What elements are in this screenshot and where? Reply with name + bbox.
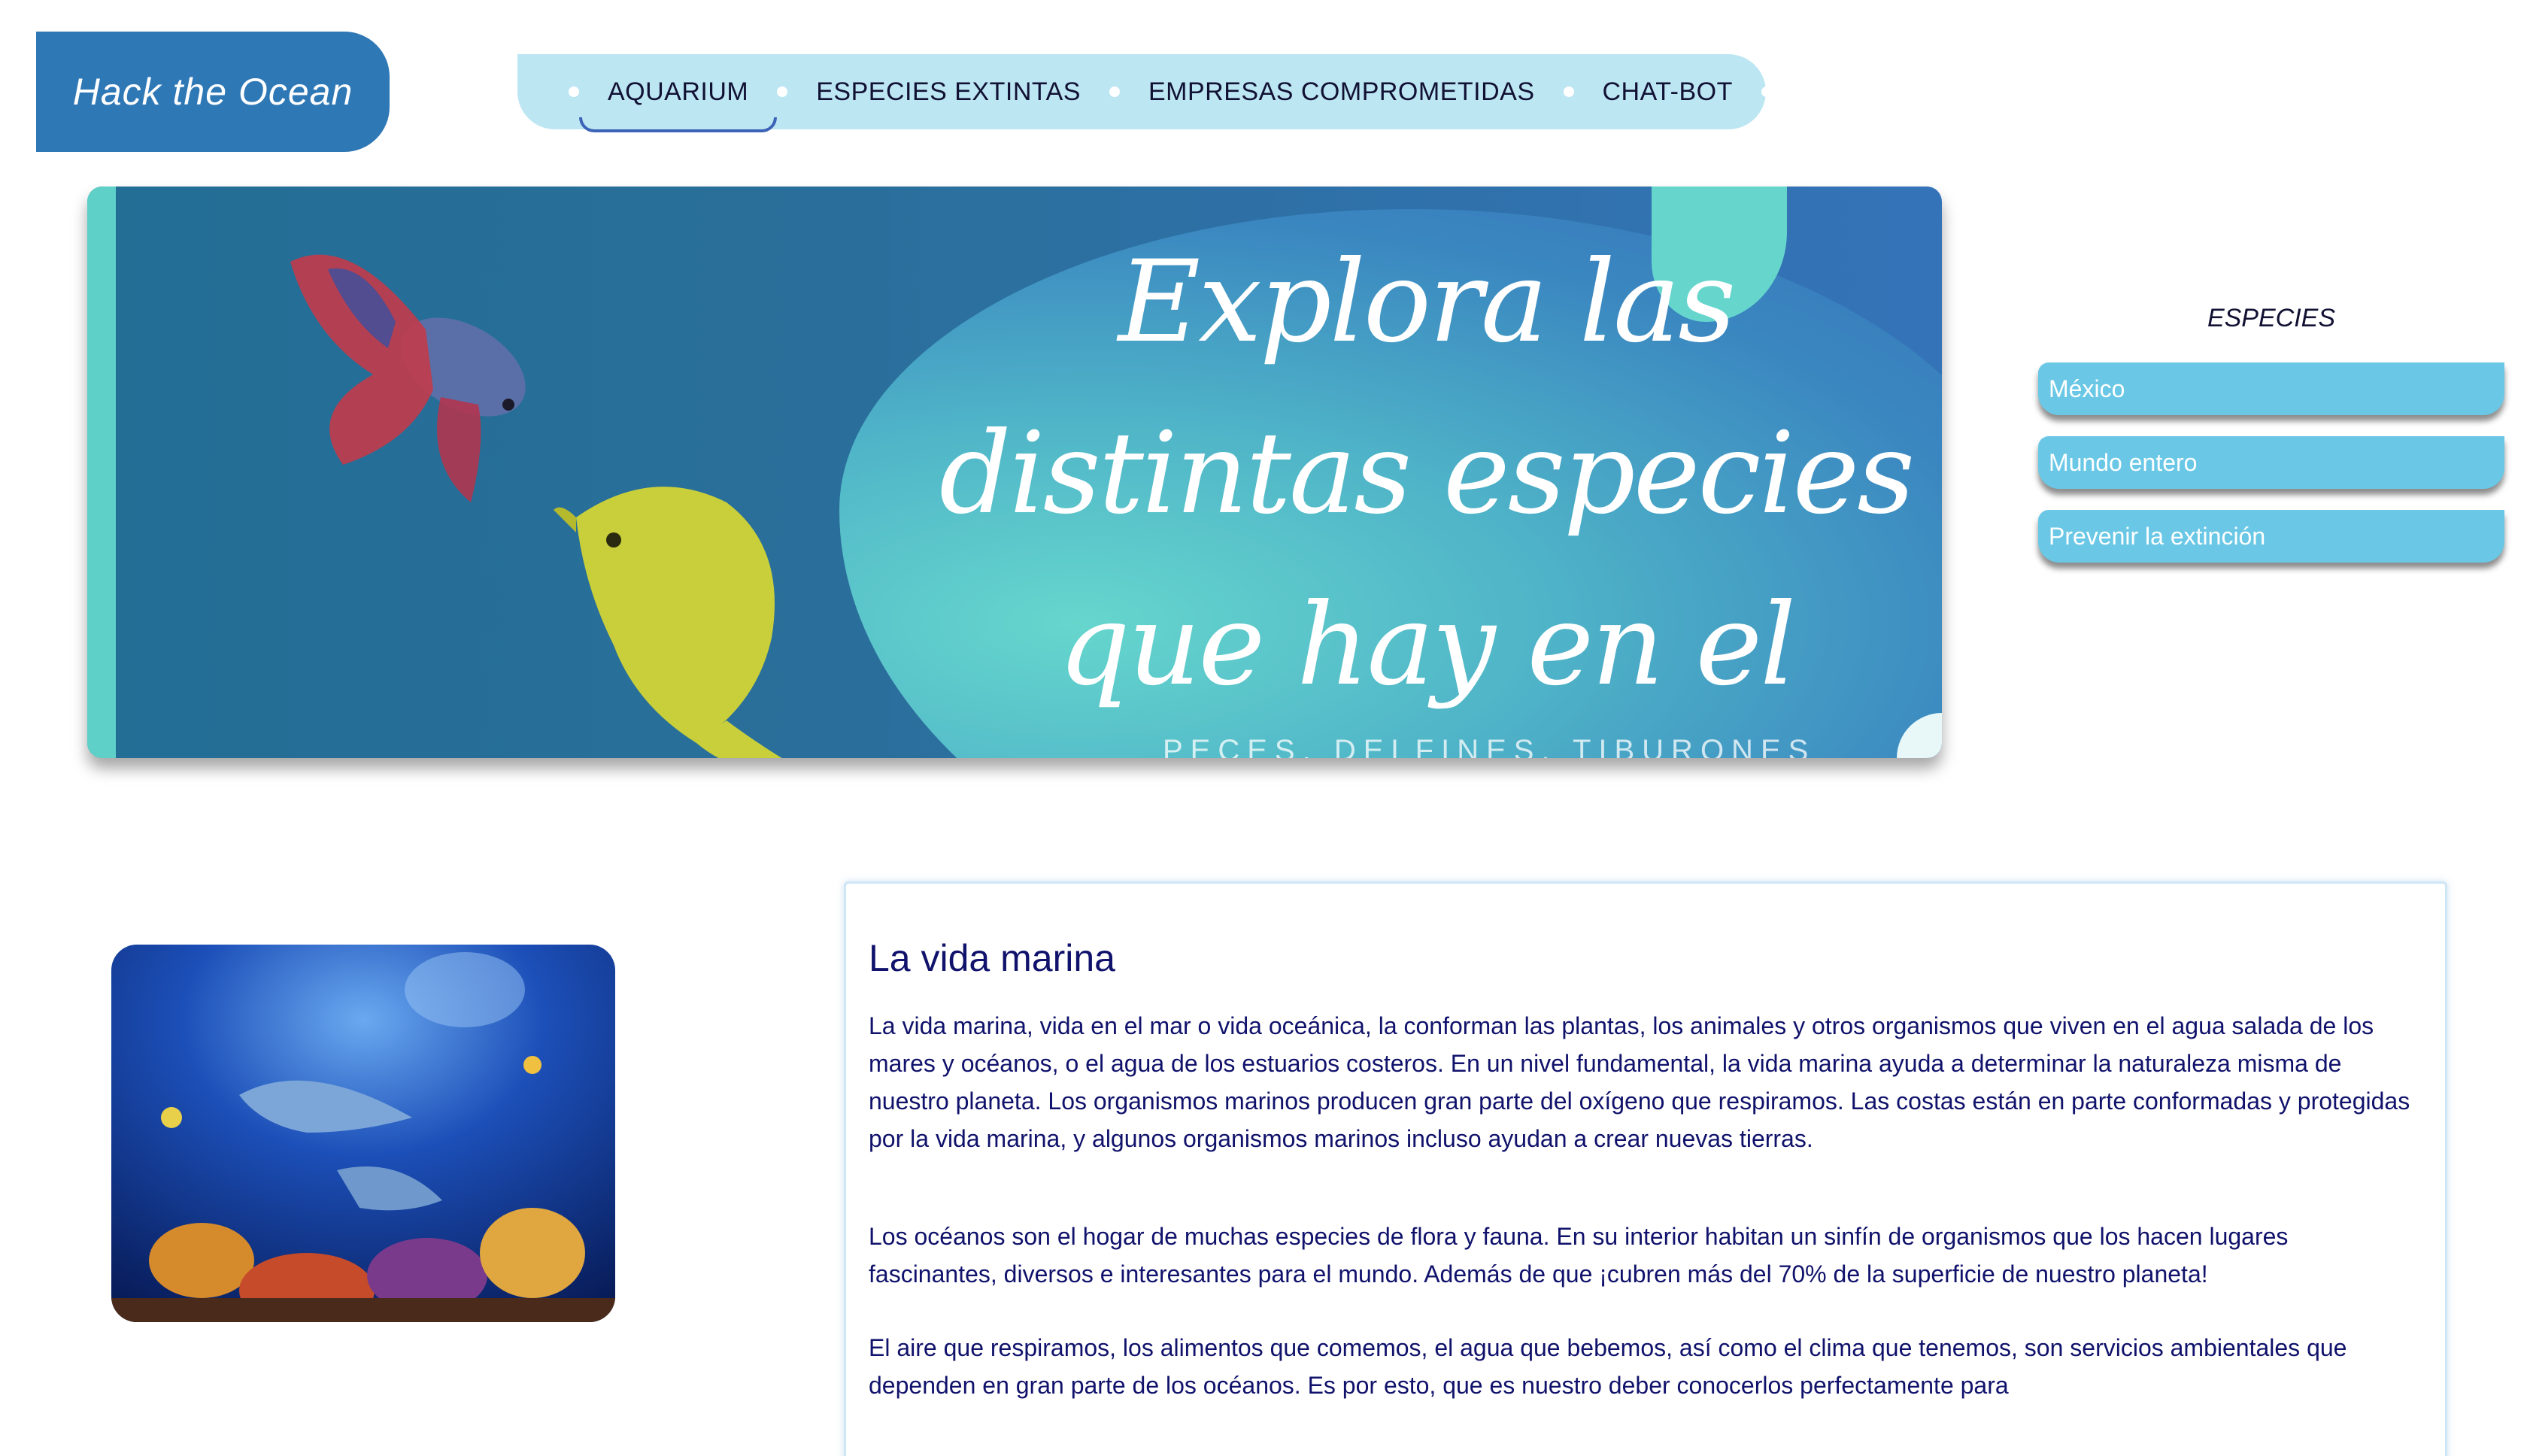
content-paragraph: La vida marina, vida en el mar o vida oc… — [869, 1012, 2410, 1152]
content-card: La vida marina La vida marina, vida en e… — [844, 881, 2447, 1456]
sidebar-button-mundo-entero[interactable]: Mundo entero — [2038, 436, 2504, 489]
banner-title-line: que hay en el oceano — [1057, 580, 1796, 758]
main-nav: AQUARIUM ESPECIES EXTINTAS EMPRESAS COMP… — [517, 54, 1772, 132]
marine-life-image — [111, 945, 615, 1322]
sidebar-button-mexico[interactable]: México — [2038, 362, 2504, 415]
nav-dot-icon — [1563, 86, 1574, 97]
nav-item-empresas-comprometidas[interactable]: EMPRESAS COMPROMETIDAS — [1148, 77, 1535, 107]
sidebar-button-prevenir-extincion[interactable]: Prevenir la extinción — [2038, 510, 2504, 563]
content-heading: La vida marina — [869, 937, 1115, 979]
banner-subtitle: PECES, DELFINES, TIBURONES — [1163, 734, 1816, 758]
nav-item-especies-extintas[interactable]: ESPECIES EXTINTAS — [816, 77, 1081, 107]
nav-dot-icon — [1761, 86, 1772, 97]
content-paragraph: Los océanos son el hogar de muchas espec… — [869, 1223, 2289, 1288]
ocean-scene-icon — [111, 945, 615, 1322]
content-paragraph: El aire que respiramos, los alimentos qu… — [869, 1334, 2347, 1399]
nav-dot-icon — [777, 86, 788, 97]
site-logo[interactable]: Hack the Ocean — [36, 32, 390, 152]
nav-dot-icon — [569, 86, 579, 97]
banner-title: Explora las distintas especies que hay e… — [937, 217, 1915, 758]
sidebar-title: ESPECIES — [2207, 304, 2336, 332]
nav-item-chat-bot[interactable]: CHAT-BOT — [1603, 77, 1733, 107]
yellow-tang-fish-icon — [554, 487, 782, 758]
banner-strip — [87, 187, 116, 758]
logo-text: Hack the Ocean — [72, 71, 353, 113]
banner-title-line: distintas especies — [939, 408, 1915, 539]
nav-item-aquarium[interactable]: AQUARIUM — [578, 77, 778, 132]
banner-title-line: Explora las — [1118, 237, 1737, 368]
hero-banner: Explora las distintas especies que hay e… — [87, 187, 1942, 758]
nav-dot-icon — [1109, 86, 1120, 97]
